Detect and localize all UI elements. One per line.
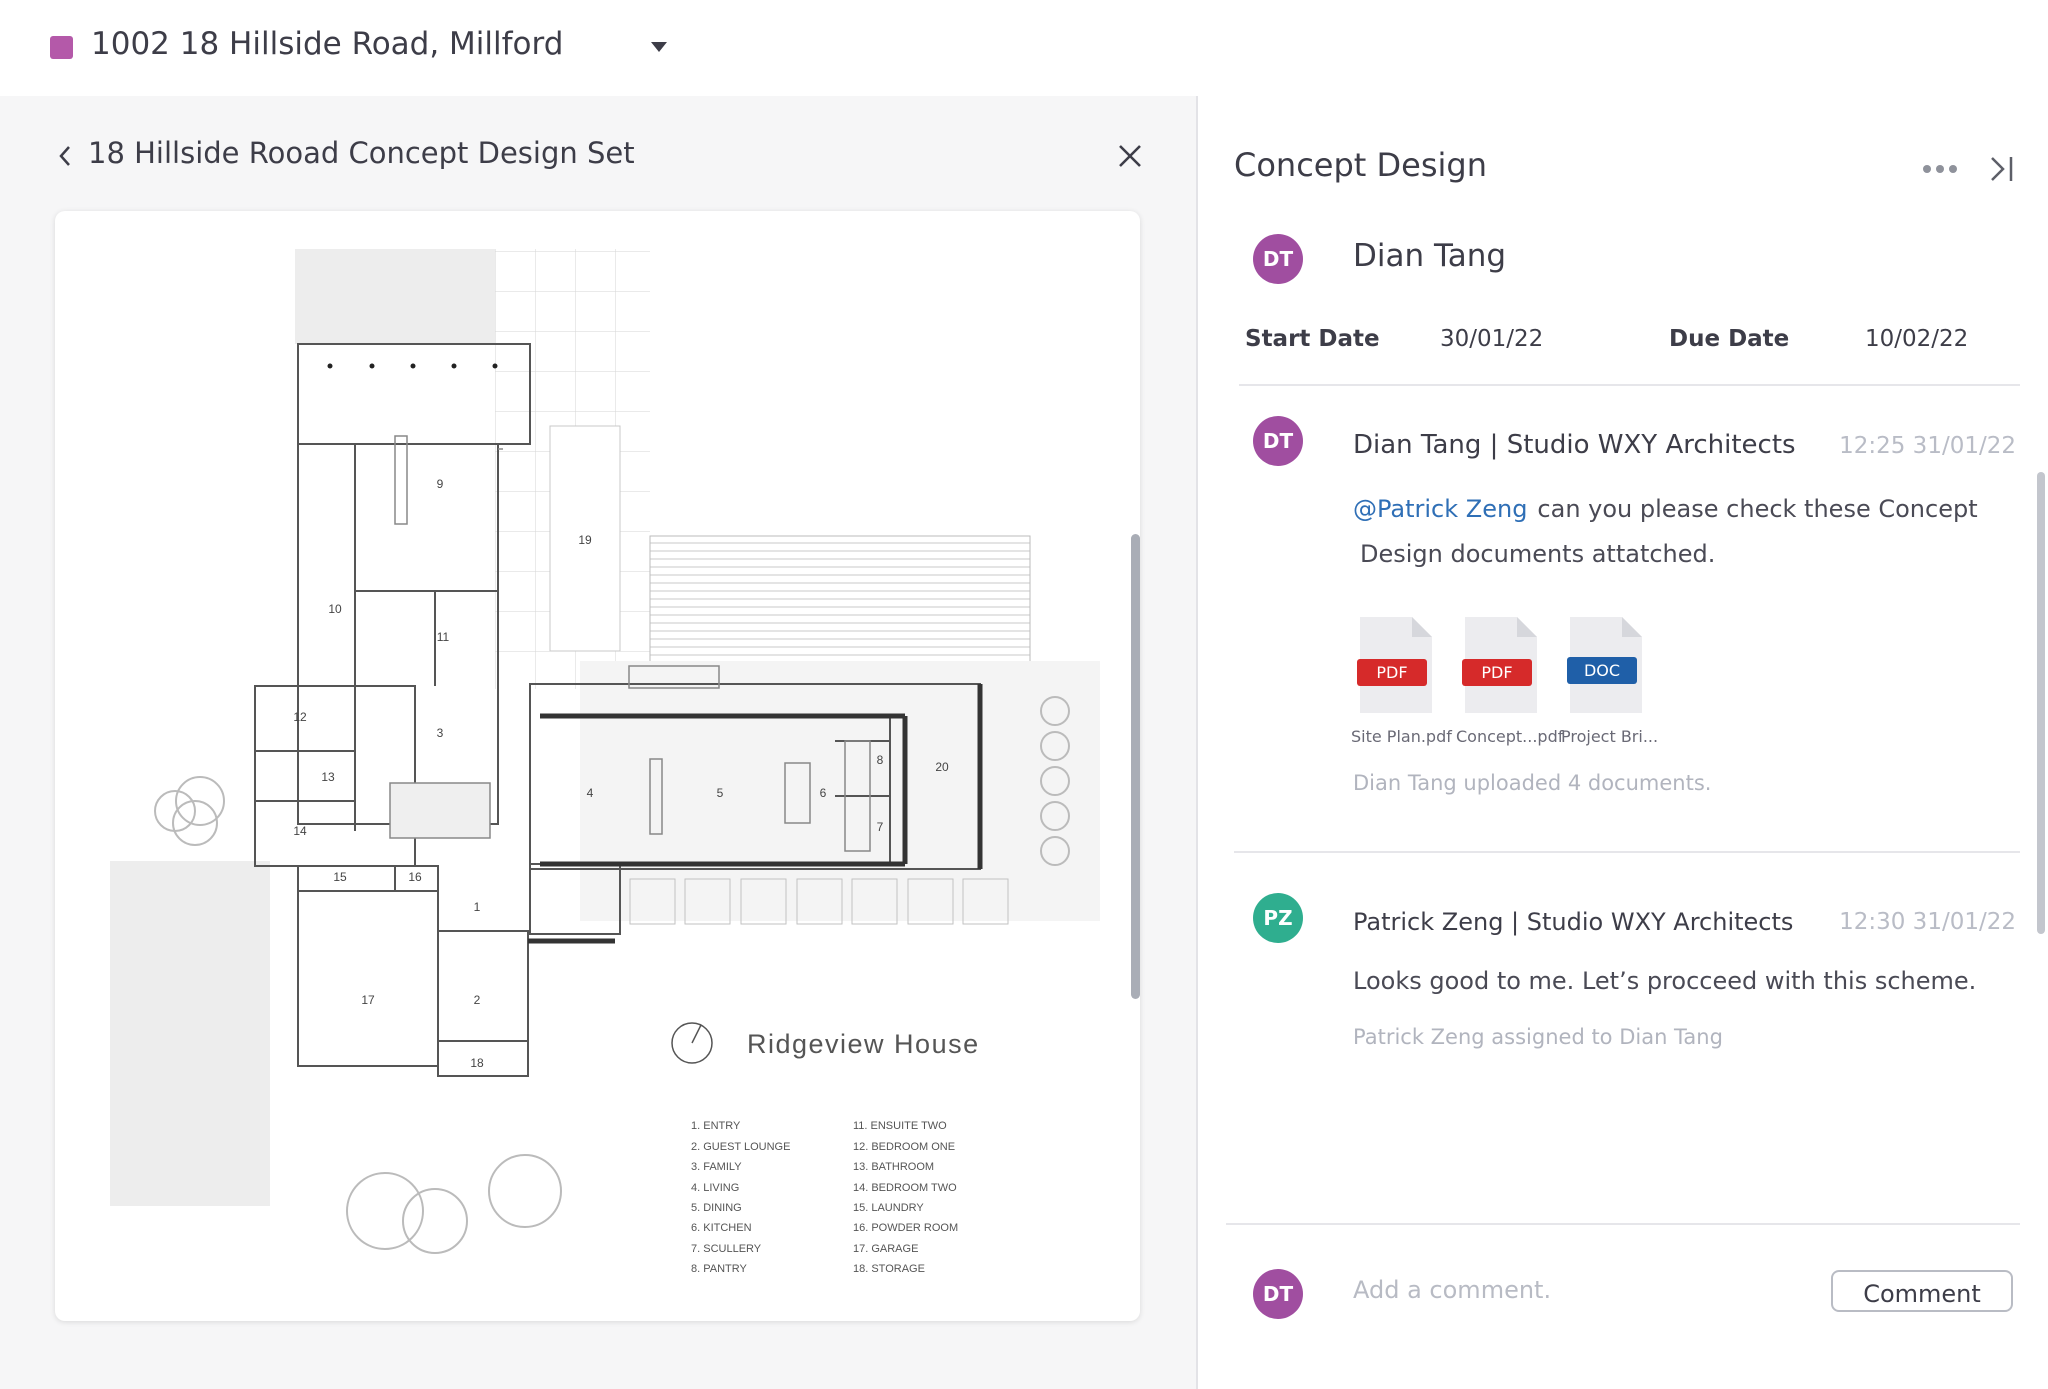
legend-item: 1. ENTRY bbox=[691, 1120, 741, 1132]
project-header: 1002 18 Hillside Road, Millford bbox=[0, 0, 2048, 96]
project-color-swatch bbox=[50, 36, 73, 59]
room-number: 6 bbox=[820, 786, 827, 800]
room-number: 4 bbox=[587, 786, 594, 800]
room-number: 20 bbox=[935, 760, 949, 774]
comment-text: Design documents attatched. bbox=[1360, 540, 1716, 568]
document-set-title: 18 Hillside Rooad Concept Design Set bbox=[88, 136, 635, 170]
comment-input[interactable]: Add a comment. bbox=[1353, 1276, 1551, 1304]
legend-item: 14. BEDROOM TWO bbox=[853, 1182, 957, 1194]
divider bbox=[1226, 1223, 2020, 1225]
assignee-avatar: DT bbox=[1253, 234, 1303, 284]
collapse-panel-icon[interactable] bbox=[1988, 154, 2016, 184]
comment-button[interactable]: Comment bbox=[1831, 1270, 2013, 1312]
file-name: Concept...pdf bbox=[1456, 727, 1564, 746]
room-number: 1 bbox=[474, 900, 481, 914]
pdf-badge: PDF bbox=[1462, 659, 1532, 686]
legend-item: 2. GUEST LOUNGE bbox=[691, 1141, 790, 1153]
room-number: 11 bbox=[437, 630, 450, 644]
panel-title: Concept Design bbox=[1234, 146, 1487, 184]
activity-note: Dian Tang uploaded 4 documents. bbox=[1353, 771, 1712, 795]
legend-item: 13. BATHROOM bbox=[853, 1161, 934, 1173]
close-icon[interactable] bbox=[1116, 142, 1144, 170]
start-date-label: Start Date bbox=[1245, 326, 1380, 352]
room-number: 10 bbox=[328, 602, 342, 616]
assignee-name: Dian Tang bbox=[1353, 238, 1507, 274]
divider bbox=[1239, 384, 2020, 386]
room-number: 18 bbox=[470, 1056, 484, 1070]
file-name: Project Bri... bbox=[1561, 727, 1659, 746]
legend-item: 5. DINING bbox=[691, 1202, 742, 1214]
floor-plan-viewer[interactable]: 1 2 3 4 5 6 7 8 9 10 11 12 13 14 15 16 1… bbox=[55, 211, 1140, 1321]
room-number: 19 bbox=[578, 533, 592, 547]
panel-scrollbar[interactable] bbox=[2037, 472, 2045, 934]
chevron-left-icon[interactable] bbox=[54, 142, 76, 170]
comment-text: Looks good to me. Let’s procceed with th… bbox=[1353, 967, 1977, 995]
more-options-icon[interactable] bbox=[1922, 164, 1958, 174]
legend-item: 4. LIVING bbox=[691, 1182, 739, 1194]
comment-timestamp: 12:30 31/01/22 bbox=[1839, 909, 2016, 935]
room-number: 8 bbox=[877, 753, 884, 767]
mention-link[interactable]: @Patrick Zeng bbox=[1353, 495, 1527, 523]
legend-item: 15. LAUNDRY bbox=[853, 1202, 924, 1214]
legend-item: 18. STORAGE bbox=[853, 1263, 925, 1275]
room-number: 5 bbox=[717, 786, 724, 800]
room-number: 7 bbox=[877, 820, 884, 834]
legend-item: 12. BEDROOM ONE bbox=[853, 1141, 955, 1153]
legend-item: 3. FAMILY bbox=[691, 1161, 742, 1173]
room-number: 14 bbox=[293, 824, 307, 838]
start-date-value[interactable]: 30/01/22 bbox=[1440, 326, 1543, 352]
room-number: 2 bbox=[474, 993, 481, 1007]
legend-item: 11. ENSUITE TWO bbox=[853, 1120, 947, 1132]
divider bbox=[1234, 851, 2020, 853]
comment-avatar: PZ bbox=[1253, 893, 1303, 943]
legend-item: 7. SCULLERY bbox=[691, 1243, 762, 1255]
comment-avatar: DT bbox=[1253, 416, 1303, 466]
legend-item: 16. POWDER ROOM bbox=[853, 1222, 958, 1234]
room-number: 3 bbox=[437, 726, 444, 740]
pdf-badge: PDF bbox=[1357, 659, 1427, 686]
comment-text: can you please check these Concept bbox=[1537, 495, 1978, 523]
room-number: 13 bbox=[321, 770, 335, 784]
room-number: 17 bbox=[361, 993, 375, 1007]
doc-badge: DOC bbox=[1567, 657, 1637, 684]
comment-author: Patrick Zeng | Studio WXY Architects bbox=[1353, 908, 1794, 936]
legend-item: 17. GARAGE bbox=[853, 1243, 918, 1255]
comment-author: Dian Tang | Studio WXY Architects bbox=[1353, 430, 1796, 460]
room-number: 12 bbox=[293, 710, 307, 724]
floor-plan-drawing: 1 2 3 4 5 6 7 8 9 10 11 12 13 14 15 16 1… bbox=[110, 249, 1100, 1275]
room-number: 9 bbox=[437, 477, 444, 491]
drawing-title: Ridgeview House bbox=[747, 1029, 980, 1059]
room-number: 15 bbox=[333, 870, 347, 884]
comment-timestamp: 12:25 31/01/22 bbox=[1839, 433, 2016, 459]
due-date-label: Due Date bbox=[1669, 326, 1790, 352]
legend-item: 8. PANTRY bbox=[691, 1263, 747, 1275]
caret-down-icon[interactable] bbox=[651, 42, 667, 52]
composer-avatar: DT bbox=[1253, 1269, 1303, 1319]
viewer-scrollbar[interactable] bbox=[1131, 534, 1140, 999]
legend-item: 6. KITCHEN bbox=[691, 1222, 752, 1234]
project-title[interactable]: 1002 18 Hillside Road, Millford bbox=[91, 26, 563, 62]
due-date-value[interactable]: 10/02/22 bbox=[1865, 326, 1968, 352]
activity-note: Patrick Zeng assigned to Dian Tang bbox=[1353, 1025, 1723, 1049]
comment-body: @Patrick Zeng can you please check these … bbox=[1353, 487, 1993, 577]
room-number: 16 bbox=[408, 870, 422, 884]
file-name: Site Plan.pdf bbox=[1351, 727, 1452, 746]
